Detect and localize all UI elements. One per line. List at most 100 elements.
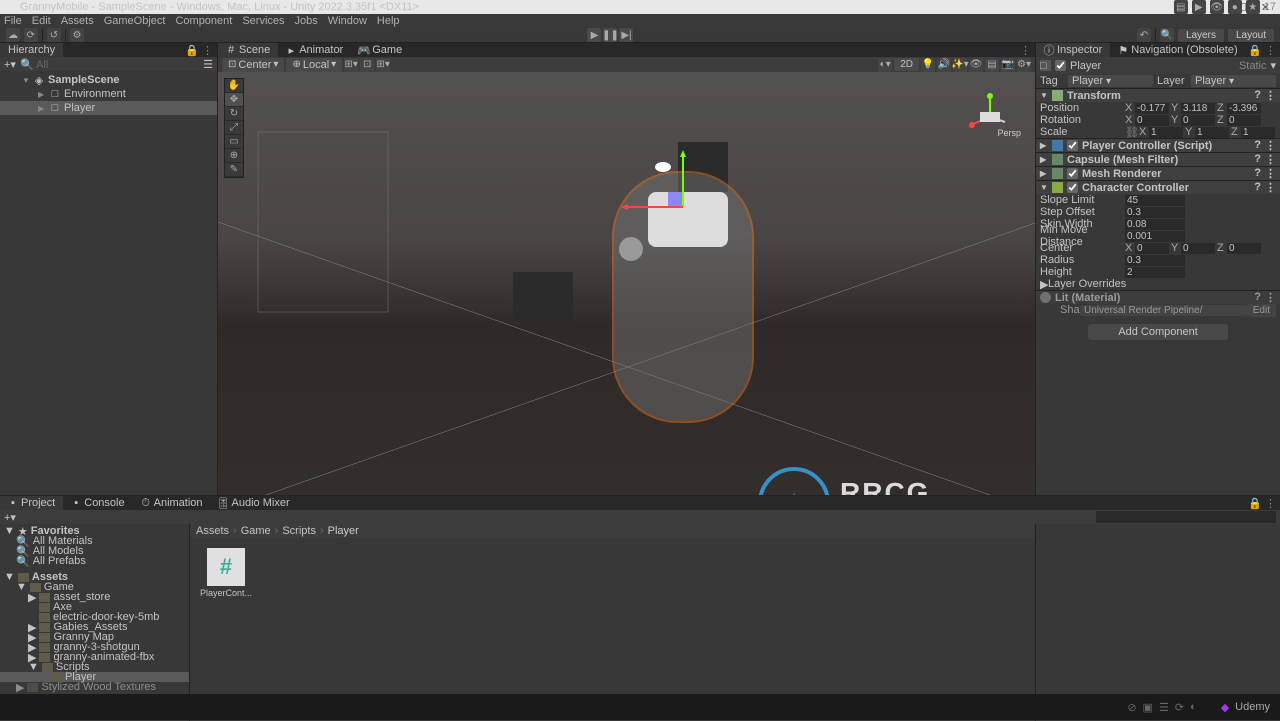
tree-item-environment[interactable]: ▶ □ Environment [0,87,217,101]
help-icon[interactable]: ? [1254,139,1261,152]
collapse-arrow-icon[interactable]: ▼ [28,661,39,673]
menu-icon[interactable]: ⋮ [1265,139,1276,152]
lock-icon[interactable]: 🔒 ⋮ [185,44,217,57]
rotation-x[interactable] [1135,115,1169,126]
settings-icon[interactable]: ⚙ [70,28,84,42]
menu-icon[interactable]: ⋮ [1265,291,1276,304]
menu-gameobject[interactable]: GameObject [104,15,166,27]
star-icon[interactable]: ★ [1246,0,1260,14]
folder-item[interactable]: ▶asset_store [0,592,189,602]
scale-link-icon[interactable]: ⛓ [1125,126,1139,139]
menu-file[interactable]: File [4,15,22,27]
status-icon[interactable]: ⟳ [1175,701,1184,714]
search-icon[interactable]: 🔍 [1160,28,1174,42]
asset-script[interactable]: # PlayerCont... [200,548,252,598]
expand-arrow-icon[interactable]: ▶ [1040,278,1048,291]
filter-icon[interactable]: ☰ [203,58,213,71]
crumb[interactable]: Player [328,525,359,537]
history-icon[interactable]: ↺ [47,28,61,42]
filter-icon[interactable]: ▤ [1174,0,1188,14]
radius-field[interactable] [1125,255,1185,266]
snap2-icon[interactable]: ⊞▾ [376,58,390,72]
component-playercontroller[interactable]: ▶Player Controller (Script)?⋮ [1036,139,1280,152]
object-name-field[interactable]: Player [1070,60,1235,72]
2d-toggle[interactable]: 2D [894,58,919,71]
tab-scene[interactable]: #Scene [218,43,278,57]
tab-navigation[interactable]: ⚑Navigation (Obsolete) [1110,43,1245,57]
menu-icon[interactable]: ⋮ [1265,167,1276,180]
hidden-icon[interactable]: 👁 [969,58,983,72]
folder-item[interactable]: ▶Stylized Wood Textures [0,682,189,692]
expand-arrow-icon[interactable]: ▶ [28,591,36,604]
add-component-button[interactable]: Add Component [1088,324,1228,340]
static-dropdown[interactable]: Static [1239,60,1267,72]
tab-inspector[interactable]: ⓘInspector [1036,43,1110,57]
component-enabled[interactable] [1067,182,1078,193]
camera-icon[interactable]: 📷 [1001,58,1015,72]
undo-icon[interactable]: ↶ [1137,28,1151,42]
eye-icon[interactable]: 👁 [1210,0,1224,14]
center-y[interactable] [1181,243,1215,254]
slopelimit-field[interactable] [1125,195,1185,206]
status-icon[interactable]: ◐ [1190,701,1197,713]
collapse-arrow-icon[interactable]: ▼ [1040,183,1048,192]
scale-y[interactable] [1195,127,1229,138]
draw-mode-icon[interactable]: ◐▾ [878,58,892,72]
audio-icon[interactable]: 🔊 [937,58,951,72]
center-x[interactable] [1135,243,1169,254]
menu-services[interactable]: Services [242,15,284,27]
collapse-arrow-icon[interactable]: ▼ [1040,91,1048,100]
scale-z[interactable] [1241,127,1275,138]
hierarchy-tab[interactable]: Hierarchy [0,43,63,57]
expand-arrow-icon[interactable]: ▶ [16,681,24,694]
collapse-arrow-icon[interactable]: ▼ [4,571,15,583]
menu-edit[interactable]: Edit [32,15,51,27]
menu-assets[interactable]: Assets [61,15,94,27]
grid-icon[interactable]: ⊞▾ [344,58,358,72]
tab-console[interactable]: ▪Console [63,496,132,510]
search-hierarchy[interactable]: 🔍 All [20,58,199,71]
component-meshrenderer[interactable]: ▶Mesh Renderer?⋮ [1036,167,1280,180]
layers-icon[interactable]: ▤ [985,58,999,72]
component-charcontroller[interactable]: ▼Character Controller?⋮ [1036,181,1280,194]
menu-window[interactable]: Window [328,15,367,27]
position-y[interactable] [1181,103,1215,114]
expand-arrow-icon[interactable]: ▼ [22,76,30,85]
step-button[interactable]: ▶| [619,28,633,42]
tree-item-player[interactable]: ▶ □ Player [0,101,217,115]
menu-component[interactable]: Component [175,15,232,27]
shader-dropdown[interactable]: Universal Render Pipeline/ [1080,305,1247,316]
status-icon[interactable]: ⊘ [1127,701,1136,714]
light-icon[interactable]: 💡 [921,58,935,72]
edit-button[interactable]: Edit [1247,304,1276,317]
fx-icon[interactable]: ✨▾ [953,58,967,72]
tab-animation[interactable]: ⏱Animation [133,496,211,510]
component-enabled[interactable] [1067,140,1078,151]
component-meshfilter[interactable]: ▶Capsule (Mesh Filter)?⋮ [1036,153,1280,166]
position-x[interactable] [1135,103,1169,114]
component-transform[interactable]: ▼ Transform ?⋮ [1036,89,1280,102]
rotation-y[interactable] [1181,115,1215,126]
project-search[interactable] [1096,511,1276,523]
height-field[interactable] [1125,267,1185,278]
assets-root[interactable]: ▼Assets [0,572,189,582]
menu-icon[interactable]: ⋮ [1265,153,1276,166]
help-icon[interactable]: ? [1254,89,1261,102]
tag-dropdown[interactable]: Player ▾ [1068,75,1153,87]
menu-icon[interactable]: ⋮ [1265,89,1276,102]
active-checkbox[interactable] [1055,60,1066,71]
add-icon[interactable]: +▾ [4,511,16,524]
help-icon[interactable]: ? [1254,181,1261,194]
status-icon[interactable]: ▣ [1143,701,1153,714]
tab-project[interactable]: ▪Project [0,496,63,510]
stepoffset-field[interactable] [1125,207,1185,218]
minmove-field[interactable] [1125,231,1185,242]
expand-arrow-icon[interactable]: ▶ [1040,169,1048,178]
position-z[interactable] [1227,103,1261,114]
gizmos-icon[interactable]: ⚙▾ [1017,58,1031,72]
fav-item[interactable]: 🔍All Prefabs [0,556,189,566]
filter2-icon[interactable]: ▶ [1192,0,1206,14]
account-icon[interactable]: ☁ [6,28,20,42]
expand-arrow-icon[interactable]: ▶ [38,90,46,99]
rotation-z[interactable] [1227,115,1261,126]
